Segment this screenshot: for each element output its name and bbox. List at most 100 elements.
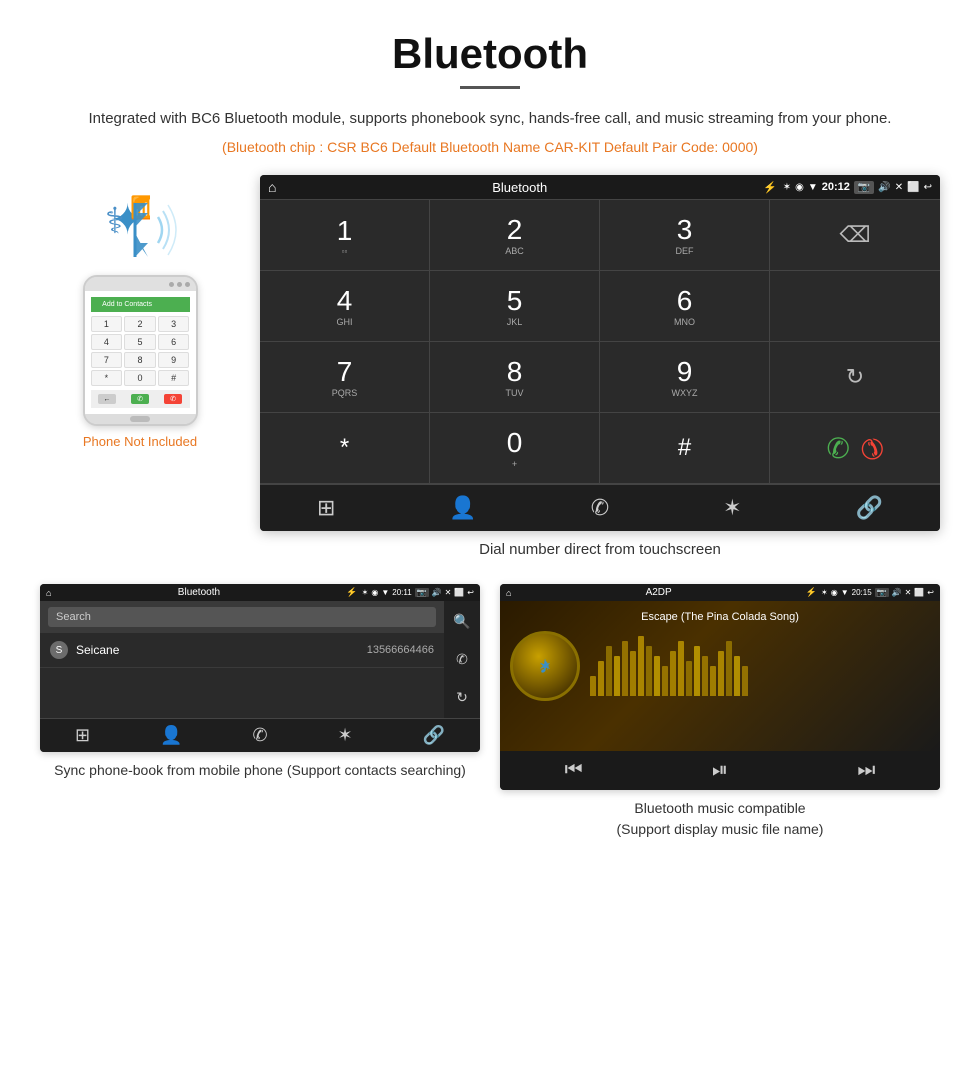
phone-dot	[185, 282, 190, 287]
phone-home-bar	[85, 414, 196, 424]
key-4[interactable]: 4GHI	[260, 271, 430, 342]
phonebook-content: Search S Seicane 13566664466 🔍 ✆ ↻	[40, 601, 480, 718]
pb-toolbar-keypad[interactable]: ⊞	[75, 725, 90, 746]
eq-bar-6	[638, 636, 644, 696]
pb-phone-btn[interactable]: ✆	[456, 651, 468, 668]
phone-call-btn[interactable]: ✆	[131, 394, 149, 404]
home-icon[interactable]: ⌂	[268, 179, 276, 195]
toolbar-bluetooth-icon[interactable]: ✶	[723, 495, 741, 521]
skip-back-btn[interactable]: ⏮	[565, 759, 583, 782]
phone-key-star[interactable]: *	[91, 370, 123, 386]
pb-vol-icon: 🔊	[432, 588, 442, 597]
volume-icon[interactable]: 🔊	[878, 182, 890, 193]
main-screen-caption: Dial number direct from touchscreen	[260, 531, 940, 574]
mu-home-icon[interactable]: ⌂	[506, 588, 511, 598]
music-content: Escape (The Pina Colada Song) ♪ ✶	[500, 601, 940, 751]
search-input[interactable]: Search	[48, 607, 436, 627]
phone-key-3[interactable]: 3	[158, 316, 190, 332]
pb-cam-icon: 📷	[415, 588, 429, 597]
phone-home-button[interactable]	[130, 416, 150, 422]
eq-bar-3	[614, 656, 620, 696]
key-1[interactable]: 1▫▫	[260, 200, 430, 271]
key-sync[interactable]: ↻	[770, 342, 940, 413]
mu-win-icon: ⬜	[914, 588, 924, 597]
pb-home-icon[interactable]: ⌂	[46, 588, 51, 598]
pb-toolbar-bt[interactable]: ✶	[338, 725, 353, 746]
mu-usb-icon: ⚡	[806, 587, 817, 598]
music-caption: Bluetooth music compatible(Support displ…	[607, 790, 834, 840]
mu-back-icon[interactable]: ↩	[927, 588, 934, 597]
toolbar-keypad-icon[interactable]: ⊞	[317, 495, 335, 521]
album-art: ♪ ✶	[510, 631, 580, 701]
key-3[interactable]: 3DEF	[600, 200, 770, 271]
status-icons: ✶ ◉ ▼ 20:12 📷 🔊 ✕ ⬜ ↩	[783, 181, 932, 194]
pb-toolbar-link[interactable]: 🔗	[423, 725, 445, 746]
phone-key-5[interactable]: 5	[124, 334, 156, 350]
toolbar-phone-icon[interactable]: ✆	[591, 495, 609, 521]
key-8[interactable]: 8TUV	[430, 342, 600, 413]
phonebook-caption: Sync phone-book from mobile phone (Suppo…	[44, 752, 476, 781]
phone-key-hash[interactable]: #	[158, 370, 190, 386]
phone-bottom-bar: ← ✆ ✆	[91, 390, 190, 408]
camera-status-icon[interactable]: 📷	[854, 181, 874, 194]
pb-toolbar-phone[interactable]: ✆	[252, 725, 267, 746]
music-main-area: ♪ ✶	[510, 631, 930, 701]
main-screen-mockup: ⌂ Bluetooth ⚡ ✶ ◉ ▼ 20:12 📷 🔊 ✕ ⬜ ↩	[260, 175, 940, 531]
window-icon[interactable]: ⬜	[907, 182, 919, 193]
equalizer	[590, 636, 930, 696]
phone-key-8[interactable]: 8	[124, 352, 156, 368]
page-header: Bluetooth Integrated with BC6 Bluetooth …	[0, 0, 980, 165]
back-icon[interactable]: ↩	[924, 182, 932, 193]
skip-fwd-btn[interactable]: ⏭	[857, 759, 875, 782]
key-2[interactable]: 2ABC	[430, 200, 600, 271]
eq-bar-2	[606, 646, 612, 696]
phone-end-btn[interactable]: ✆	[164, 394, 182, 404]
pb-back-icon[interactable]: ↩	[467, 588, 474, 597]
pb-sync-btn[interactable]: ↻	[456, 689, 468, 706]
call-red-icon[interactable]: ✆	[852, 428, 892, 468]
mu-screen-title: A2DP	[515, 587, 801, 598]
phone-key-6[interactable]: 6	[158, 334, 190, 350]
pb-search-btn[interactable]: 🔍	[453, 613, 470, 630]
wifi-icon: ▼	[808, 182, 818, 193]
key-call-buttons: ✆ ✆	[770, 413, 940, 484]
bluetooth-status-icon: ✶	[783, 182, 791, 193]
phone-key-9[interactable]: 9	[158, 352, 190, 368]
key-6[interactable]: 6MNO	[600, 271, 770, 342]
status-time: 20:12	[822, 181, 850, 193]
toolbar-contacts-icon[interactable]: 👤	[449, 495, 476, 521]
key-7[interactable]: 7PQRS	[260, 342, 430, 413]
key-5[interactable]: 5JKL	[430, 271, 600, 342]
page-subtitle: Integrated with BC6 Bluetooth module, su…	[60, 107, 920, 131]
key-9[interactable]: 9WXYZ	[600, 342, 770, 413]
phone-back-btn: ←	[98, 394, 116, 404]
pb-bt-icon: ✶	[362, 588, 369, 597]
phone-key-4[interactable]: 4	[91, 334, 123, 350]
screen-title: Bluetooth	[282, 180, 757, 195]
page-title: Bluetooth	[60, 30, 920, 78]
phone-key-1[interactable]: 1	[91, 316, 123, 332]
eq-bar-11	[678, 641, 684, 696]
phone-key-0[interactable]: 0	[124, 370, 156, 386]
key-0[interactable]: 0+	[430, 413, 600, 484]
phonebook-side-buttons: 🔍 ✆ ↻	[444, 601, 480, 718]
key-star[interactable]: *	[260, 413, 430, 484]
key-backspace[interactable]: ⌫	[770, 200, 940, 271]
contact-row[interactable]: S Seicane 13566664466	[40, 633, 444, 668]
toolbar-link-icon[interactable]: 🔗	[856, 495, 883, 521]
key-hash[interactable]: #	[600, 413, 770, 484]
close-icon[interactable]: ✕	[895, 182, 903, 193]
bottom-toolbar: ⊞ 👤 ✆ ✶ 🔗	[260, 484, 940, 531]
phone-key-2[interactable]: 2	[124, 316, 156, 332]
phone-key-7[interactable]: 7	[91, 352, 123, 368]
phonebook-search-bar: Search	[40, 601, 444, 633]
pb-toolbar-contacts[interactable]: 👤	[160, 725, 182, 746]
pb-time: 20:11	[392, 588, 411, 597]
call-green-icon[interactable]: ✆	[827, 432, 850, 465]
phone-screen-header: + Add to Contacts	[91, 297, 190, 312]
phonebook-screen: ⌂ Bluetooth ⚡ ✶ ◉ ▼ 20:11 📷 🔊 ✕ ⬜ ↩	[40, 584, 480, 752]
music-controls: ⏮ ⏯ ⏭	[500, 751, 940, 790]
mu-wifi-icon: ▼	[841, 588, 849, 597]
keypad-grid: 1▫▫ 2ABC 3DEF ⌫ 4GHI 5JKL	[260, 199, 940, 484]
play-pause-btn[interactable]: ⏯	[712, 759, 728, 782]
